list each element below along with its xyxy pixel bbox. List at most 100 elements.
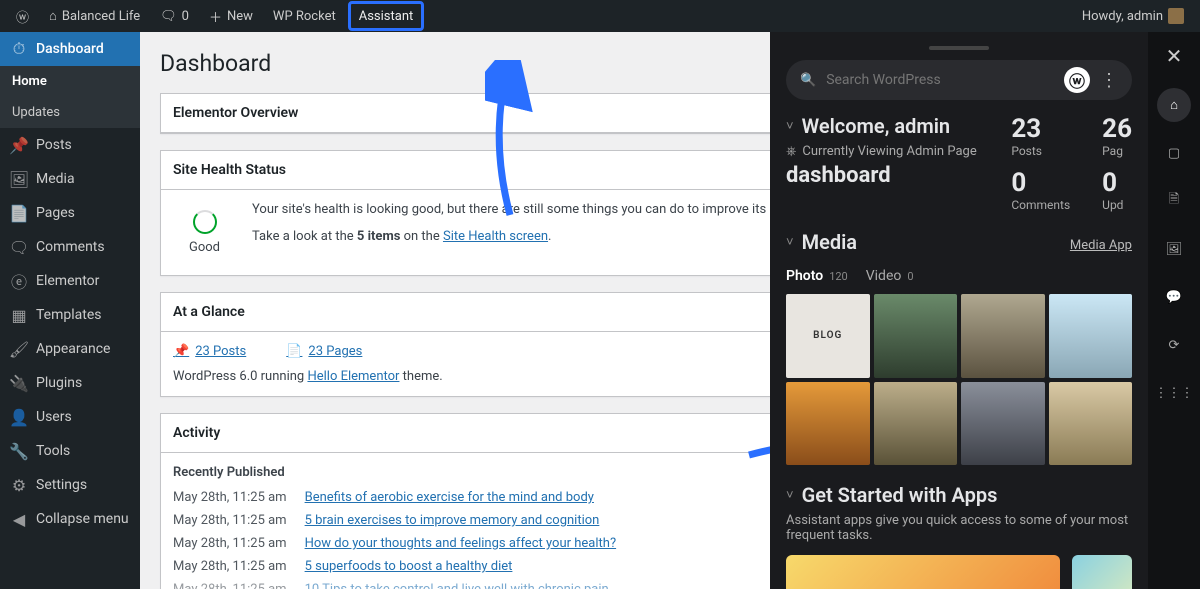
tab-photo[interactable]: Photo 120 <box>786 268 848 284</box>
sidebar-label: Tools <box>36 443 70 459</box>
sidebar-item-users[interactable]: 👤 Users <box>0 400 140 434</box>
refresh-icon: ⟳ <box>1169 338 1180 353</box>
rail-comments-button[interactable]: 💬 <box>1157 280 1191 314</box>
tab-video[interactable]: Video0 <box>866 268 914 284</box>
sidebar-item-media[interactable]: 🖼Media <box>0 162 140 196</box>
tab-count: 120 <box>829 270 848 283</box>
wordpress-icon[interactable]: ⓦ <box>1064 67 1090 93</box>
activity-link[interactable]: Benefits of aerobic exercise for the min… <box>305 490 594 505</box>
sidebar-label: Media <box>36 171 75 187</box>
tab-label: Photo <box>786 268 823 284</box>
assistant-search-input[interactable] <box>826 72 1054 88</box>
sidebar-label: Settings <box>36 477 87 493</box>
activity-link[interactable]: How do your thoughts and feelings affect… <box>305 536 617 551</box>
media-app-link[interactable]: Media App <box>1070 238 1132 253</box>
viewing-label: Currently Viewing Admin Page <box>802 144 976 159</box>
app-card[interactable] <box>786 555 1060 589</box>
media-thumb[interactable]: BLOG <box>786 294 870 378</box>
stat-label: Posts <box>1011 144 1070 158</box>
health-gauge-icon <box>193 210 217 234</box>
activity-link[interactable]: 10 Tips to take control and live well wi… <box>305 582 609 589</box>
sidebar-label: Users <box>36 409 72 425</box>
chevron-down-icon[interactable]: ˅ <box>786 487 794 503</box>
glance-pages-link[interactable]: 📄 23 Pages <box>286 344 362 359</box>
app-card[interactable] <box>1072 555 1132 589</box>
brush-icon: 🖌 <box>10 340 28 358</box>
search-icon: 🔍 <box>800 73 816 88</box>
sidebar-item-templates[interactable]: ▦ Templates <box>0 298 140 332</box>
chevron-down-icon[interactable]: ˅ <box>786 234 794 250</box>
activity-link[interactable]: 5 brain exercises to improve memory and … <box>305 513 600 528</box>
sidebar-sub-updates[interactable]: Updates <box>0 97 140 128</box>
media-thumb[interactable] <box>874 294 958 378</box>
stat-num: 23 <box>1011 114 1070 144</box>
home-icon: ⌂ <box>49 8 57 24</box>
sidebar-collapse[interactable]: ◀Collapse menu <box>0 502 140 536</box>
glance-posts-link[interactable]: 📌23 Posts <box>173 344 246 359</box>
assistant-label: Assistant <box>359 9 414 24</box>
assistant-search-bar: 🔍 ⓦ ⋮ <box>786 60 1132 100</box>
site-health-link[interactable]: Site Health screen <box>443 229 548 244</box>
wp-rocket-menu[interactable]: WP Rocket <box>265 0 344 32</box>
sidebar-label: Templates <box>36 307 102 323</box>
theme-link[interactable]: Hello Elementor <box>307 369 399 384</box>
user-icon: 👤 <box>10 408 28 426</box>
drag-handle[interactable] <box>929 46 989 50</box>
howdy-label: Howdy, admin <box>1082 9 1163 24</box>
sidebar-item-settings[interactable]: ⚙Settings <box>0 468 140 502</box>
comments-menu[interactable]: 🗨0 <box>152 0 197 32</box>
chat-icon: 💬 <box>1166 290 1182 305</box>
activity-date: May 28th, 11:25 am <box>173 536 287 551</box>
media-thumb[interactable] <box>1049 382 1133 466</box>
glance-pages-label: 23 Pages <box>308 344 362 359</box>
home-icon: ⌂ <box>1170 97 1178 113</box>
avatar <box>1168 8 1184 24</box>
account-menu[interactable]: Howdy, admin <box>1074 0 1192 32</box>
new-label: New <box>227 9 253 24</box>
tab-label: Video <box>866 268 902 284</box>
sidebar-sub-home[interactable]: Home <box>0 66 140 97</box>
new-content-menu[interactable]: ＋New <box>201 0 261 32</box>
sidebar-item-comments[interactable]: 🗨Comments <box>0 230 140 264</box>
wp-rocket-label: WP Rocket <box>273 9 336 24</box>
sidebar-label: Appearance <box>36 341 110 357</box>
sidebar-item-plugins[interactable]: 🔌Plugins <box>0 366 140 400</box>
media-grid: BLOG <box>786 294 1132 465</box>
rail-content-button[interactable]: 🗎 <box>1157 184 1191 218</box>
media-thumb[interactable] <box>1049 294 1133 378</box>
rail-home-button[interactable]: ⌂ <box>1157 88 1191 122</box>
media-thumb[interactable] <box>786 382 870 466</box>
wp-version-a: WordPress 6.0 running <box>173 369 307 384</box>
health-text2c: on the <box>400 229 443 244</box>
rail-apps-button[interactable]: ⋮⋮⋮ <box>1157 376 1191 410</box>
stat-num: 0 <box>1011 168 1070 198</box>
media-thumb[interactable] <box>961 382 1045 466</box>
sidebar-item-posts[interactable]: 📌Posts <box>0 128 140 162</box>
sidebar-item-elementor[interactable]: ⓔElementor <box>0 264 140 298</box>
assistant-menu[interactable]: Assistant <box>348 1 425 31</box>
sidebar-label: Collapse menu <box>36 511 129 527</box>
sidebar-item-appearance[interactable]: 🖌 Appearance <box>0 332 140 366</box>
sidebar-label: Elementor <box>36 273 99 289</box>
site-name-menu[interactable]: ⌂Balanced Life <box>41 0 148 32</box>
sidebar-item-tools[interactable]: 🔧Tools <box>0 434 140 468</box>
more-icon[interactable]: ⋮ <box>1100 70 1118 91</box>
page-icon: 📄 <box>286 344 302 359</box>
stat-num: 0 <box>1102 168 1132 198</box>
sidebar-item-pages[interactable]: 📄Pages <box>0 196 140 230</box>
templates-icon: ▦ <box>10 306 28 324</box>
health-items-count: 5 items <box>357 229 401 244</box>
rail-updates-button[interactable]: ⟳ <box>1157 328 1191 362</box>
media-thumb[interactable] <box>874 382 958 466</box>
wp-logo-menu[interactable]: ⓦ <box>8 0 37 32</box>
rail-media-button[interactable]: 🖼 <box>1157 232 1191 266</box>
chevron-down-icon[interactable]: ˅ <box>786 118 794 134</box>
wp-version-b: theme. <box>399 369 442 384</box>
activity-link[interactable]: 5 superfoods to boost a healthy diet <box>305 559 513 574</box>
media-thumb[interactable] <box>961 294 1045 378</box>
close-icon[interactable]: ✕ <box>1166 44 1183 68</box>
sidebar-item-dashboard[interactable]: ⏱Dashboard <box>0 32 140 66</box>
comment-icon: 🗨 <box>160 9 177 24</box>
activity-date: May 28th, 11:25 am <box>173 582 287 589</box>
rail-bookmarks-button[interactable]: ▢ <box>1157 136 1191 170</box>
